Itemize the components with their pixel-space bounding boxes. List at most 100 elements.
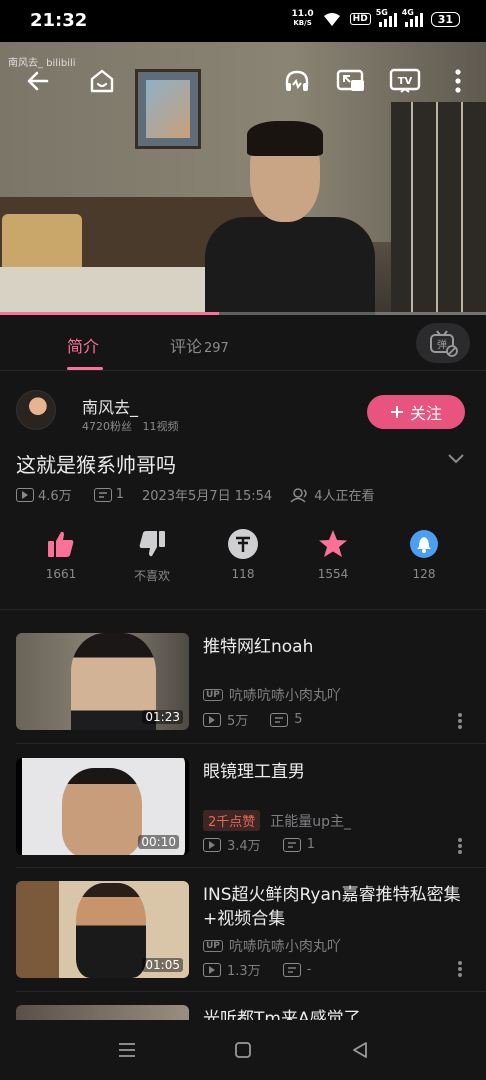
related-video-title: 眼镜理工直男 — [203, 762, 305, 782]
more-vertical-icon[interactable] — [458, 838, 462, 854]
star-icon — [319, 530, 347, 557]
video-duration: 01:23 — [142, 710, 183, 724]
related-video-item[interactable]: 01:23 推特网红noah UP 吭哧吭哧小肉丸吖 5万 5 — [0, 633, 486, 757]
up-badge: UP — [203, 940, 223, 952]
author-name[interactable]: 南风去_ — [82, 394, 138, 418]
video-thumbnail[interactable]: 01:23 — [16, 633, 189, 730]
tab-bar: 简介 评论 297 弹 — [0, 315, 486, 371]
menu-icon — [119, 1043, 135, 1057]
video-thumbnail[interactable] — [16, 1005, 189, 1020]
more-vertical-icon — [455, 69, 461, 93]
tv-icon: TV — [389, 68, 421, 93]
video-frame-person — [195, 121, 395, 315]
action-bar: 1661 不喜欢 118 1554 128 — [0, 525, 486, 605]
svg-text:TV: TV — [398, 76, 413, 87]
follow-button[interactable]: 关注 — [367, 395, 465, 429]
svg-text:弹: 弹 — [437, 338, 447, 351]
back-nav-button[interactable] — [343, 1038, 377, 1062]
home-icon — [90, 69, 114, 93]
plus-icon — [390, 406, 403, 418]
related-video-stats: 1.3万 - — [203, 960, 311, 979]
coin-button[interactable]: 118 — [198, 525, 288, 581]
more-vertical-icon[interactable] — [458, 713, 462, 729]
listen-button[interactable] — [282, 67, 312, 95]
signal-5g-icon: 5G — [376, 8, 397, 27]
related-video-title: 推特网红noah — [203, 637, 314, 657]
pip-button[interactable] — [336, 67, 366, 95]
status-bar: 21:32 11.0 KB/S HD 5G 4G 31 — [0, 0, 486, 42]
share-icon — [410, 530, 438, 558]
author-avatar[interactable] — [16, 390, 56, 430]
video-title: 这就是猴系帅哥吗 — [16, 453, 176, 477]
tab-comments[interactable]: 评论 297 — [170, 333, 229, 357]
share-button[interactable]: 128 — [379, 525, 469, 581]
video-thumbnail[interactable]: 00:10 — [16, 758, 189, 855]
related-video-title: INS超火鲜肉Ryan嘉睿推特私密集+视频合集 — [203, 885, 461, 929]
thumbs-up-icon — [48, 531, 74, 557]
like-badge: 2千点赞 — [203, 810, 261, 831]
danmaku-off-icon: 弹 — [430, 330, 458, 357]
square-icon — [235, 1042, 251, 1058]
list-divider — [16, 991, 486, 992]
more-options-button[interactable] — [450, 66, 466, 96]
tab-indicator — [67, 367, 103, 370]
danmaku-count-icon — [282, 962, 301, 977]
thumbs-down-icon — [139, 531, 165, 557]
author-video-count: 11视频 — [142, 420, 179, 433]
recent-apps-button[interactable] — [110, 1038, 144, 1062]
dislike-button[interactable]: 不喜欢 — [107, 525, 197, 584]
related-video-uploader: UP 吭哧吭哧小肉丸吖 — [203, 936, 341, 956]
pip-icon — [336, 69, 364, 91]
play-count-icon — [203, 837, 221, 852]
list-divider — [16, 867, 486, 868]
headphones-icon — [285, 70, 309, 91]
system-nav-bar — [0, 1020, 486, 1080]
chevron-down-icon — [448, 454, 464, 464]
video-frame-painting — [135, 69, 201, 149]
back-button[interactable] — [24, 67, 52, 95]
favorite-button[interactable]: 1554 — [288, 525, 378, 581]
comment-count: 297 — [204, 341, 229, 356]
view-count: 4.6万 — [38, 489, 72, 504]
back-arrow-icon — [27, 71, 49, 91]
related-video-item[interactable]: 光听都Tm来A感觉了 — [0, 1005, 486, 1020]
like-button[interactable]: 1661 — [16, 525, 106, 581]
up-badge: UP — [203, 689, 223, 701]
triangle-back-icon — [353, 1042, 367, 1058]
watching-count: 4人正在看 — [314, 489, 375, 504]
danmaku-count-icon — [93, 487, 112, 502]
video-frame-window — [391, 102, 486, 312]
coin-icon — [228, 529, 258, 559]
author-fans: 4720粉丝 — [82, 420, 132, 433]
home-nav-button[interactable] — [226, 1038, 260, 1062]
related-video-stats: 5万 5 — [203, 710, 303, 729]
video-duration: 00:10 — [138, 835, 179, 849]
list-divider — [16, 743, 486, 744]
expand-description-button[interactable] — [446, 448, 466, 472]
watching-people-icon — [290, 487, 307, 503]
related-video-title: 光听都Tm来A感觉了 — [203, 1009, 361, 1020]
publish-date: 2023年5月7日 15:54 — [141, 489, 273, 504]
cast-tv-button[interactable]: TV — [388, 66, 422, 96]
wifi-icon — [323, 13, 340, 26]
more-vertical-icon[interactable] — [458, 961, 462, 977]
section-divider — [0, 609, 486, 610]
video-meta: 4.6万 1 2023年5月7日 15:54 4人正在看 — [16, 485, 378, 504]
home-button[interactable] — [88, 66, 116, 96]
related-video-item[interactable]: 01:05 INS超火鲜肉Ryan嘉睿推特私密集+视频合集 UP 吭哧吭哧小肉丸吖… — [0, 881, 486, 1005]
danmaku-count-icon — [270, 712, 289, 727]
net-speed: 11.0 KB/S — [291, 9, 314, 28]
play-count-icon — [203, 712, 221, 727]
battery-icon: 31 — [430, 11, 460, 27]
video-thumbnail[interactable]: 01:05 — [16, 881, 189, 978]
related-video-item[interactable]: 00:10 眼镜理工直男 2千点赞 正能量up主_ 3.4万 1 — [0, 758, 486, 882]
related-video-stats: 3.4万 1 — [203, 835, 315, 854]
hd-badge: HD — [349, 13, 371, 25]
related-video-uploader: UP 吭哧吭哧小肉丸吖 — [203, 685, 341, 705]
tab-intro[interactable]: 简介 — [67, 333, 99, 357]
related-video-uploader: 2千点赞 正能量up主_ — [203, 810, 351, 831]
play-count-icon — [203, 962, 221, 977]
danmaku-toggle-button[interactable]: 弹 — [416, 323, 470, 363]
status-time: 21:32 — [30, 10, 88, 31]
video-frame-pillow — [2, 214, 82, 272]
